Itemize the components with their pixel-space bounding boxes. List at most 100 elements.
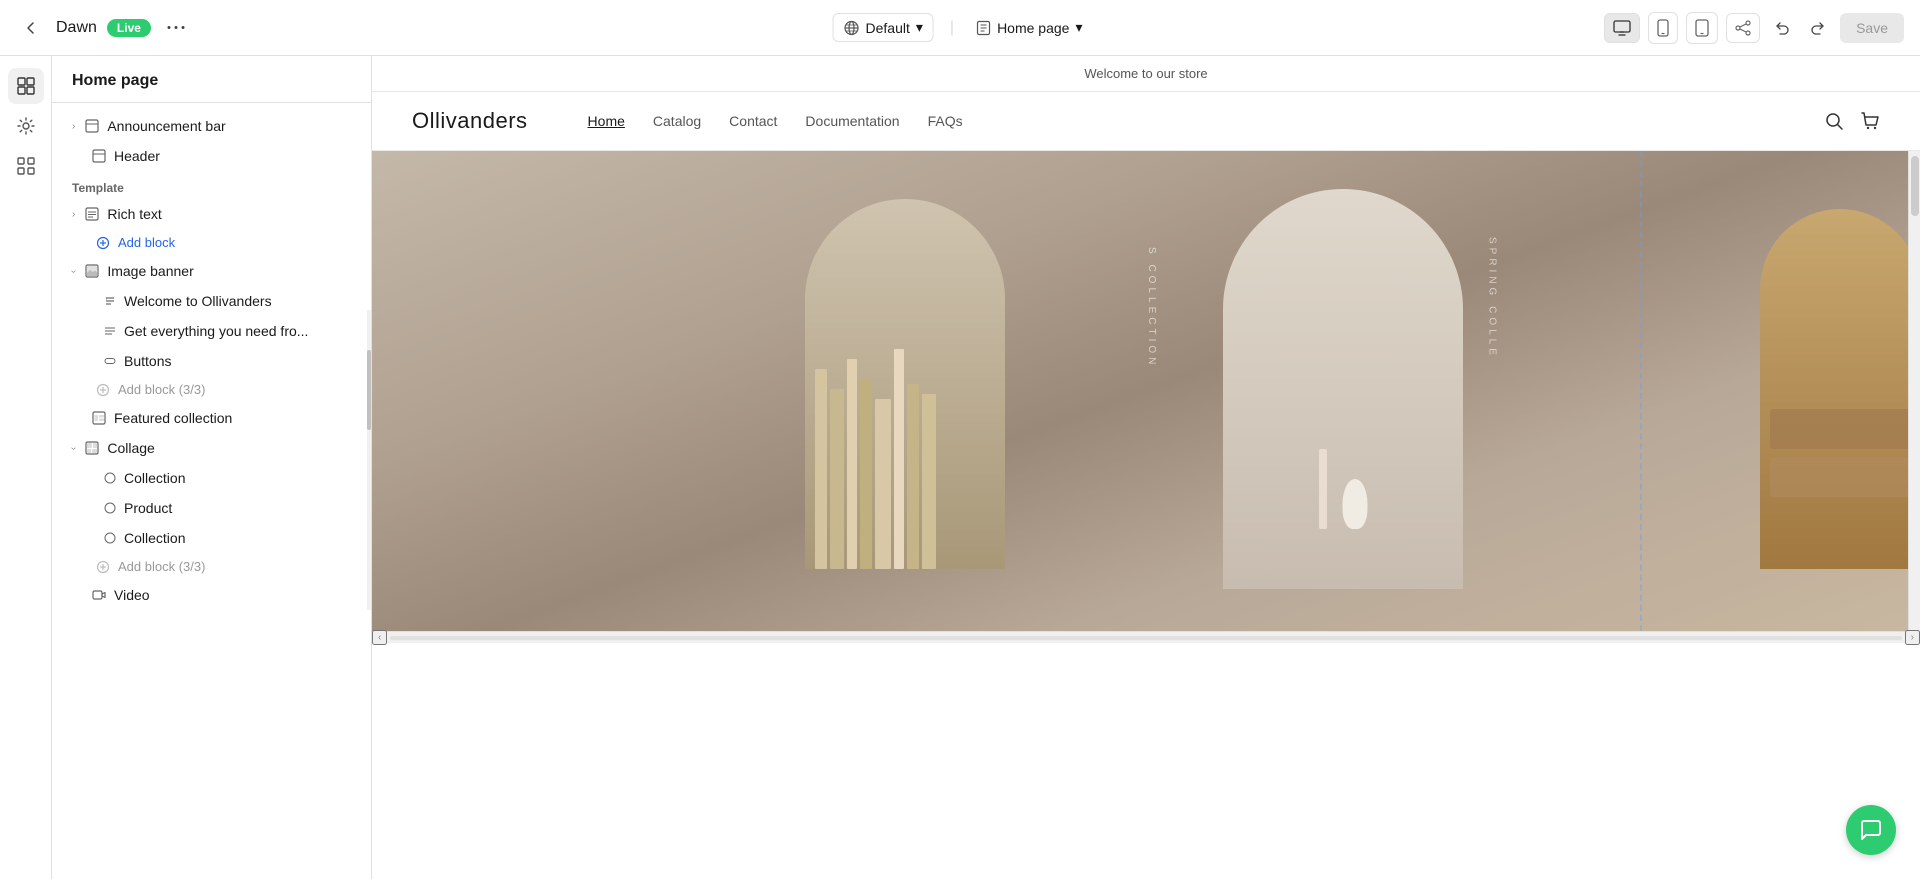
rich-text-icon <box>85 207 99 221</box>
arch-far-right <box>1760 209 1920 569</box>
chat-bubble[interactable] <box>1846 805 1896 855</box>
store-search-button[interactable] <box>1824 111 1844 131</box>
video-icon <box>92 588 106 602</box>
buttons-label: Buttons <box>124 353 351 369</box>
apps-button[interactable] <box>8 148 44 184</box>
add-block-3-3-label: Add block (3/3) <box>118 382 205 397</box>
collection-2-label: Collection <box>124 530 351 546</box>
nav-link-documentation[interactable]: Documentation <box>805 113 899 129</box>
sidebar-item-collection-2[interactable]: Collection <box>52 523 371 553</box>
share-button[interactable] <box>1726 13 1760 43</box>
preview-right-scrollbar[interactable] <box>1908 151 1920 631</box>
chevron-right-icon: › <box>72 121 75 132</box>
get-everything-label: Get everything you need fro... <box>124 323 351 339</box>
arch-right <box>1223 189 1463 589</box>
video-label: Video <box>114 587 351 603</box>
sidebar-item-collection-1[interactable]: Collection <box>52 463 371 493</box>
undo-button[interactable] <box>1768 14 1796 42</box>
add-block-rich-text[interactable]: Add block <box>52 229 371 256</box>
sidebar-item-video[interactable]: Video <box>52 580 371 610</box>
header-label: Header <box>114 148 351 164</box>
topbar-center: Default ▾ | Home page ▾ <box>833 13 1088 42</box>
desktop-view-button[interactable] <box>1604 13 1640 43</box>
rich-text-label: Rich text <box>107 206 351 222</box>
nav-link-home[interactable]: Home <box>588 113 625 129</box>
preview-frame: Welcome to our store Ollivanders Home Ca… <box>372 56 1920 879</box>
sidebar-item-announcement-bar[interactable]: › Announcement bar <box>52 111 371 141</box>
sidebar-item-featured-collection[interactable]: Featured collection <box>52 403 371 433</box>
page-dropdown[interactable]: Home page ▾ <box>970 14 1087 41</box>
featured-collection-icon <box>92 411 106 425</box>
sidebar-item-buttons[interactable]: Buttons <box>52 346 371 376</box>
template-section-label: Template <box>52 171 371 199</box>
add-block-image-banner[interactable]: Add block (3/3) <box>52 376 371 403</box>
sidebar-item-product[interactable]: Product <box>52 493 371 523</box>
collection-1-label: Collection <box>124 470 351 486</box>
announcement-text: Welcome to our store <box>1084 66 1207 81</box>
sidebar-item-welcome-text[interactable]: T Welcome to Ollivanders <box>52 286 371 316</box>
announcement-bar-label: Announcement bar <box>107 118 351 134</box>
store-nav-links: Home Catalog Contact Documentation FAQs <box>588 113 1824 129</box>
sections-button[interactable] <box>8 68 44 104</box>
save-button[interactable]: Save <box>1840 13 1904 43</box>
scroll-track <box>390 636 1902 640</box>
product-label: Product <box>124 500 351 516</box>
mobile-view-button[interactable] <box>1648 12 1678 44</box>
sidebar-item-get-everything[interactable]: Get everything you need fro... <box>52 316 371 346</box>
back-button[interactable] <box>16 13 46 43</box>
nav-link-contact[interactable]: Contact <box>729 113 777 129</box>
settings-button[interactable] <box>8 108 44 144</box>
default-label: Default <box>866 20 910 36</box>
welcome-text-label: Welcome to Ollivanders <box>124 293 351 309</box>
layout-icon <box>85 119 99 133</box>
featured-collection-label: Featured collection <box>114 410 351 426</box>
collection-1-icon <box>104 472 116 484</box>
page-label: Home page <box>997 20 1069 36</box>
sidebar-content: › Announcement bar Header Template › <box>52 103 371 879</box>
chevron-image-banner-icon: › <box>68 269 79 272</box>
vertical-text-2: SPRING COLLE <box>1487 237 1498 359</box>
image-banner-label: Image banner <box>107 263 351 279</box>
sidebar: Home page › Announcement bar Header Temp… <box>52 56 372 879</box>
store-nav-icons <box>1824 111 1880 131</box>
image-banner-icon <box>85 264 99 278</box>
collection-2-icon <box>104 532 116 544</box>
default-chevron: ▾ <box>916 19 923 36</box>
text-list-icon <box>104 325 116 337</box>
store-cart-button[interactable] <box>1860 111 1880 131</box>
store-logo: Ollivanders <box>412 108 528 134</box>
collage-label: Collage <box>107 440 351 456</box>
store-hero: S COLLECTION SPRING COLLE <box>372 151 1920 631</box>
topbar-right: Save <box>1604 12 1904 44</box>
live-badge: Live <box>107 19 151 37</box>
sidebar-item-rich-text[interactable]: › Rich text <box>52 199 371 229</box>
default-dropdown[interactable]: Default ▾ <box>833 13 934 42</box>
sidebar-scrollbar-thumb <box>367 350 371 430</box>
chevron-rich-text-icon: › <box>72 209 75 220</box>
buttons-icon <box>104 355 116 367</box>
redo-button[interactable] <box>1804 14 1832 42</box>
add-block-collage[interactable]: Add block (3/3) <box>52 553 371 580</box>
tablet-view-button[interactable] <box>1686 12 1718 44</box>
preview-right-thumb <box>1911 156 1919 216</box>
scroll-right-button[interactable]: › <box>1905 630 1920 645</box>
main-layout: Home page › Announcement bar Header Temp… <box>0 56 1920 879</box>
arch-left <box>805 199 1005 569</box>
more-button[interactable] <box>161 19 191 36</box>
nav-link-catalog[interactable]: Catalog <box>653 113 701 129</box>
sidebar-item-header[interactable]: Header <box>52 141 371 171</box>
scroll-left-button[interactable]: ‹ <box>372 630 387 645</box>
chevron-collage-icon: › <box>68 446 79 449</box>
header-icon <box>92 149 106 163</box>
product-icon <box>104 502 116 514</box>
app-name: Dawn <box>56 19 97 37</box>
sidebar-title: Home page <box>72 72 158 89</box>
add-block-label: Add block <box>118 235 175 250</box>
text-block-icon: T <box>104 295 116 307</box>
store-nav: Ollivanders Home Catalog Contact Documen… <box>372 92 1920 151</box>
sidebar-item-collage[interactable]: › Collage <box>52 433 371 463</box>
vertical-text-1: S COLLECTION <box>1146 247 1157 368</box>
topbar: Dawn Live Default ▾ | Home <box>0 0 1920 56</box>
sidebar-item-image-banner[interactable]: › Image banner <box>52 256 371 286</box>
nav-link-faqs[interactable]: FAQs <box>928 113 963 129</box>
